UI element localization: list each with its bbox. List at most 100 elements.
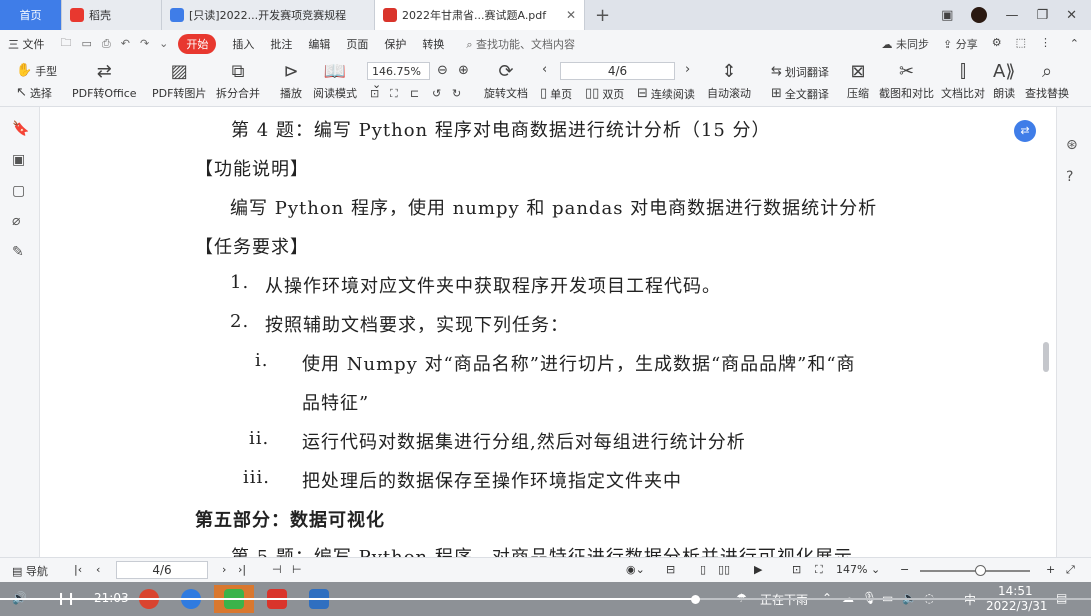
collapse-ribbon-icon[interactable]: ⌃ bbox=[1070, 37, 1079, 50]
more-chevron-icon[interactable]: ⌄ bbox=[159, 37, 168, 50]
select-tool[interactable]: ↖ 选择 bbox=[16, 85, 52, 101]
compress-button[interactable]: ⊠ 压缩 bbox=[847, 61, 869, 101]
word-translate-button[interactable]: ⇆ 划词翻译 bbox=[771, 64, 829, 80]
fit-width-icon[interactable]: ⊏ bbox=[410, 87, 419, 100]
menu-protect[interactable]: 保护 bbox=[384, 36, 406, 52]
status-zoom-out-icon[interactable]: − bbox=[900, 563, 909, 576]
continuous-view-icon[interactable]: ⊟ bbox=[666, 563, 675, 576]
read-aloud-button[interactable]: A⟫ 朗读 bbox=[993, 61, 1015, 101]
ai-search-icon[interactable]: ⊛ bbox=[1066, 137, 1078, 153]
doc-compare-button[interactable]: ⫿ 文档比对 bbox=[941, 61, 985, 101]
forward-icon[interactable]: ⊢ bbox=[292, 563, 302, 576]
status-zoom-select[interactable]: 147% ⌄ bbox=[836, 563, 880, 576]
menu-page[interactable]: 页面 bbox=[346, 36, 368, 52]
back-icon[interactable]: ⊣ bbox=[272, 563, 282, 576]
restore-icon[interactable]: ❐ bbox=[1036, 8, 1048, 23]
video-progress-handle[interactable] bbox=[691, 595, 700, 604]
zoom-slider-handle[interactable] bbox=[975, 565, 986, 576]
read-mode-button[interactable]: 📖 阅读模式 bbox=[313, 61, 357, 101]
hand-tool[interactable]: ✋ 手型 bbox=[16, 63, 57, 79]
split-merge-button[interactable]: ⧉ 拆分合并 bbox=[216, 61, 260, 101]
more-icon[interactable]: ⋮ bbox=[1040, 36, 1051, 52]
print-icon[interactable]: ⎙ bbox=[102, 37, 111, 51]
status-prev-page-icon[interactable]: ‹ bbox=[96, 563, 100, 576]
left-sidebar: 🔖 ▣ ▢ ⌀ ✎ bbox=[0, 107, 40, 557]
pdf-to-image-label: PDF转图片 bbox=[152, 87, 207, 100]
rotate-left-icon[interactable]: ↺ bbox=[432, 87, 441, 100]
save-icon[interactable]: ▭ bbox=[82, 37, 92, 50]
status-fit-page-icon[interactable]: ⛶ bbox=[815, 563, 823, 577]
puzzle-icon[interactable]: ⬚ bbox=[1016, 36, 1026, 52]
tab-home[interactable]: 首页 bbox=[0, 0, 62, 30]
zoom-out-icon[interactable]: ⊖ bbox=[437, 63, 448, 78]
close-icon[interactable]: ✕ bbox=[1066, 8, 1077, 23]
thumbnail-icon[interactable]: ▣ bbox=[12, 152, 25, 168]
double-view-icon[interactable]: ▯▯ bbox=[718, 563, 730, 576]
zoom-select[interactable]: 146.75% ⌄ bbox=[367, 62, 430, 91]
menu-edit[interactable]: 编辑 bbox=[308, 36, 330, 52]
rotate-right-icon[interactable]: ↻ bbox=[452, 87, 461, 100]
screenshot-compare-button[interactable]: ✂ 截图和对比 bbox=[879, 61, 934, 101]
hand-icon: ✋ bbox=[16, 63, 33, 78]
menu-convert[interactable]: 转换 bbox=[422, 36, 444, 52]
close-tab-icon[interactable]: ✕ bbox=[566, 8, 576, 22]
comment-icon[interactable]: ▢ bbox=[12, 183, 25, 199]
fullscreen-icon[interactable]: ⤢ bbox=[1066, 563, 1075, 577]
single-view-icon[interactable]: ▯ bbox=[700, 563, 706, 576]
signature-icon[interactable]: ✎ bbox=[12, 244, 24, 260]
prev-page-icon[interactable]: ‹ bbox=[542, 62, 547, 77]
hand-label: 手型 bbox=[35, 65, 58, 78]
status-next-page-icon[interactable]: › bbox=[222, 563, 226, 576]
slideshow-icon[interactable]: ▶ bbox=[754, 563, 762, 576]
roman-numeral-3: iii. bbox=[243, 467, 270, 488]
double-page-icon: ▯▯ bbox=[585, 86, 600, 101]
full-translate-button[interactable]: ⊞ 全文翻译 bbox=[771, 86, 829, 102]
layout-icon[interactable]: ▣ bbox=[941, 8, 953, 23]
assistant-button[interactable]: ⇄ bbox=[1014, 120, 1036, 142]
menu-start[interactable]: 开始 bbox=[178, 33, 217, 54]
tab-pdf-document[interactable]: 2022年甘肃省...赛试题A.pdf ✕ bbox=[375, 0, 585, 30]
eye-protection-icon[interactable]: ◉⌄ bbox=[626, 563, 645, 576]
menu-annotate[interactable]: 批注 bbox=[270, 36, 292, 52]
redo-icon[interactable]: ↷ bbox=[140, 37, 149, 50]
single-page-button[interactable]: ▯ 单页 bbox=[540, 86, 572, 102]
sync-status[interactable]: ☁ 未同步 bbox=[882, 36, 930, 52]
open-folder-icon[interactable]: 🗀 bbox=[61, 34, 72, 53]
first-page-icon[interactable]: |‹ bbox=[74, 563, 82, 576]
new-tab-button[interactable]: + bbox=[585, 0, 620, 30]
minimize-icon[interactable]: — bbox=[1005, 8, 1018, 23]
compress-icon: ⊠ bbox=[850, 61, 866, 82]
menu-insert[interactable]: 插入 bbox=[232, 36, 254, 52]
settings-icon[interactable]: ⚙ bbox=[992, 36, 1002, 52]
bookmark-icon[interactable]: 🔖 bbox=[12, 121, 29, 137]
continuous-read-button[interactable]: ⊟ 连续阅读 bbox=[637, 86, 695, 102]
menu-file[interactable]: 三 文件 bbox=[8, 36, 45, 52]
avatar[interactable] bbox=[971, 7, 988, 23]
status-page-input[interactable]: 4/6 bbox=[116, 561, 208, 579]
last-page-icon[interactable]: ›| bbox=[238, 563, 246, 576]
actual-size-icon[interactable]: ⊡ bbox=[370, 87, 379, 100]
status-actual-size-icon[interactable]: ⊡ bbox=[792, 563, 801, 576]
find-replace-button[interactable]: ⌕ 查找替换 bbox=[1025, 61, 1069, 101]
help-icon[interactable]: ? bbox=[1066, 169, 1073, 185]
fit-page-icon[interactable]: ⛶ bbox=[390, 87, 398, 101]
zoom-in-icon[interactable]: ⊕ bbox=[458, 63, 469, 78]
pdf-to-image-button[interactable]: ▨ PDF转图片 bbox=[152, 61, 206, 101]
tab-word-document[interactable]: [只读]2022...开发赛项竞赛规程 bbox=[162, 0, 375, 30]
rotate-document-button[interactable]: ⟳ 旋转文档 bbox=[484, 61, 528, 101]
page-number-input[interactable]: 4/6 bbox=[560, 62, 675, 80]
vertical-scrollbar[interactable] bbox=[1043, 342, 1049, 372]
search-field[interactable]: ⌕ 查找功能、文档内容 bbox=[466, 36, 575, 52]
share-button[interactable]: ⇪ 分享 bbox=[943, 36, 978, 52]
status-zoom-in-icon[interactable]: + bbox=[1046, 563, 1055, 576]
attachment-icon[interactable]: ⌀ bbox=[12, 213, 20, 229]
function-description-heading: 【功能说明】 bbox=[195, 159, 309, 180]
auto-scroll-button[interactable]: ⇕ 自动滚动 bbox=[707, 61, 751, 101]
play-button[interactable]: ⊳ 播放 bbox=[280, 61, 302, 101]
next-page-icon[interactable]: › bbox=[685, 62, 690, 77]
undo-icon[interactable]: ↶ bbox=[121, 37, 130, 50]
nav-toggle[interactable]: ▤ 导航 bbox=[12, 563, 48, 579]
tab-docer[interactable]: 稻壳 bbox=[62, 0, 162, 30]
double-page-button[interactable]: ▯▯ 双页 bbox=[585, 86, 624, 102]
pdf-to-office-button[interactable]: ⇄ PDF转Office bbox=[72, 61, 137, 101]
